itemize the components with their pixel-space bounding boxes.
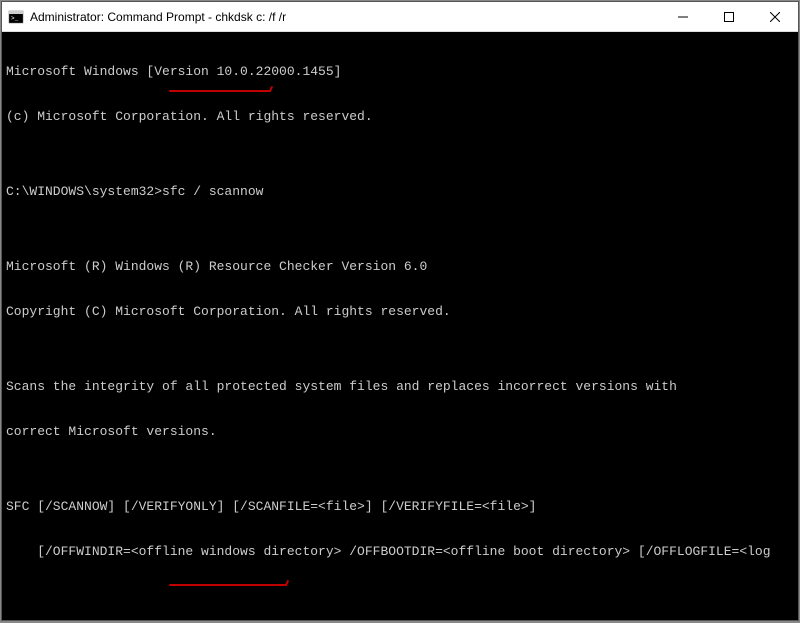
highlight-underline — [169, 584, 287, 586]
console-line: [/OFFWINDIR=<offline windows directory> … — [6, 544, 794, 559]
window-controls — [660, 2, 798, 31]
command-prompt-window: >_ Administrator: Command Prompt - chkds… — [1, 1, 799, 621]
console-line: C:\WINDOWS\system32>sfc / scannow — [6, 184, 794, 199]
close-button[interactable] — [752, 2, 798, 31]
titlebar[interactable]: >_ Administrator: Command Prompt - chkds… — [2, 2, 798, 32]
console-line: Microsoft Windows [Version 10.0.22000.14… — [6, 64, 794, 79]
console-line: Scans the integrity of all protected sys… — [6, 379, 794, 394]
console-line: /SCANNOW Scans integrity of all protecte… — [6, 619, 794, 620]
console-line: (c) Microsoft Corporation. All rights re… — [6, 109, 794, 124]
svg-text:>_: >_ — [11, 15, 19, 22]
console-line: correct Microsoft versions. — [6, 424, 794, 439]
window-title: Administrator: Command Prompt - chkdsk c… — [30, 10, 660, 24]
highlight-underline — [169, 90, 271, 92]
console-output[interactable]: Microsoft Windows [Version 10.0.22000.14… — [2, 32, 798, 620]
minimize-button[interactable] — [660, 2, 706, 31]
console-line: SFC [/SCANNOW] [/VERIFYONLY] [/SCANFILE=… — [6, 499, 794, 514]
maximize-button[interactable] — [706, 2, 752, 31]
console-line: Microsoft (R) Windows (R) Resource Check… — [6, 259, 794, 274]
console-line: Copyright (C) Microsoft Corporation. All… — [6, 304, 794, 319]
cmd-icon: >_ — [8, 9, 24, 25]
